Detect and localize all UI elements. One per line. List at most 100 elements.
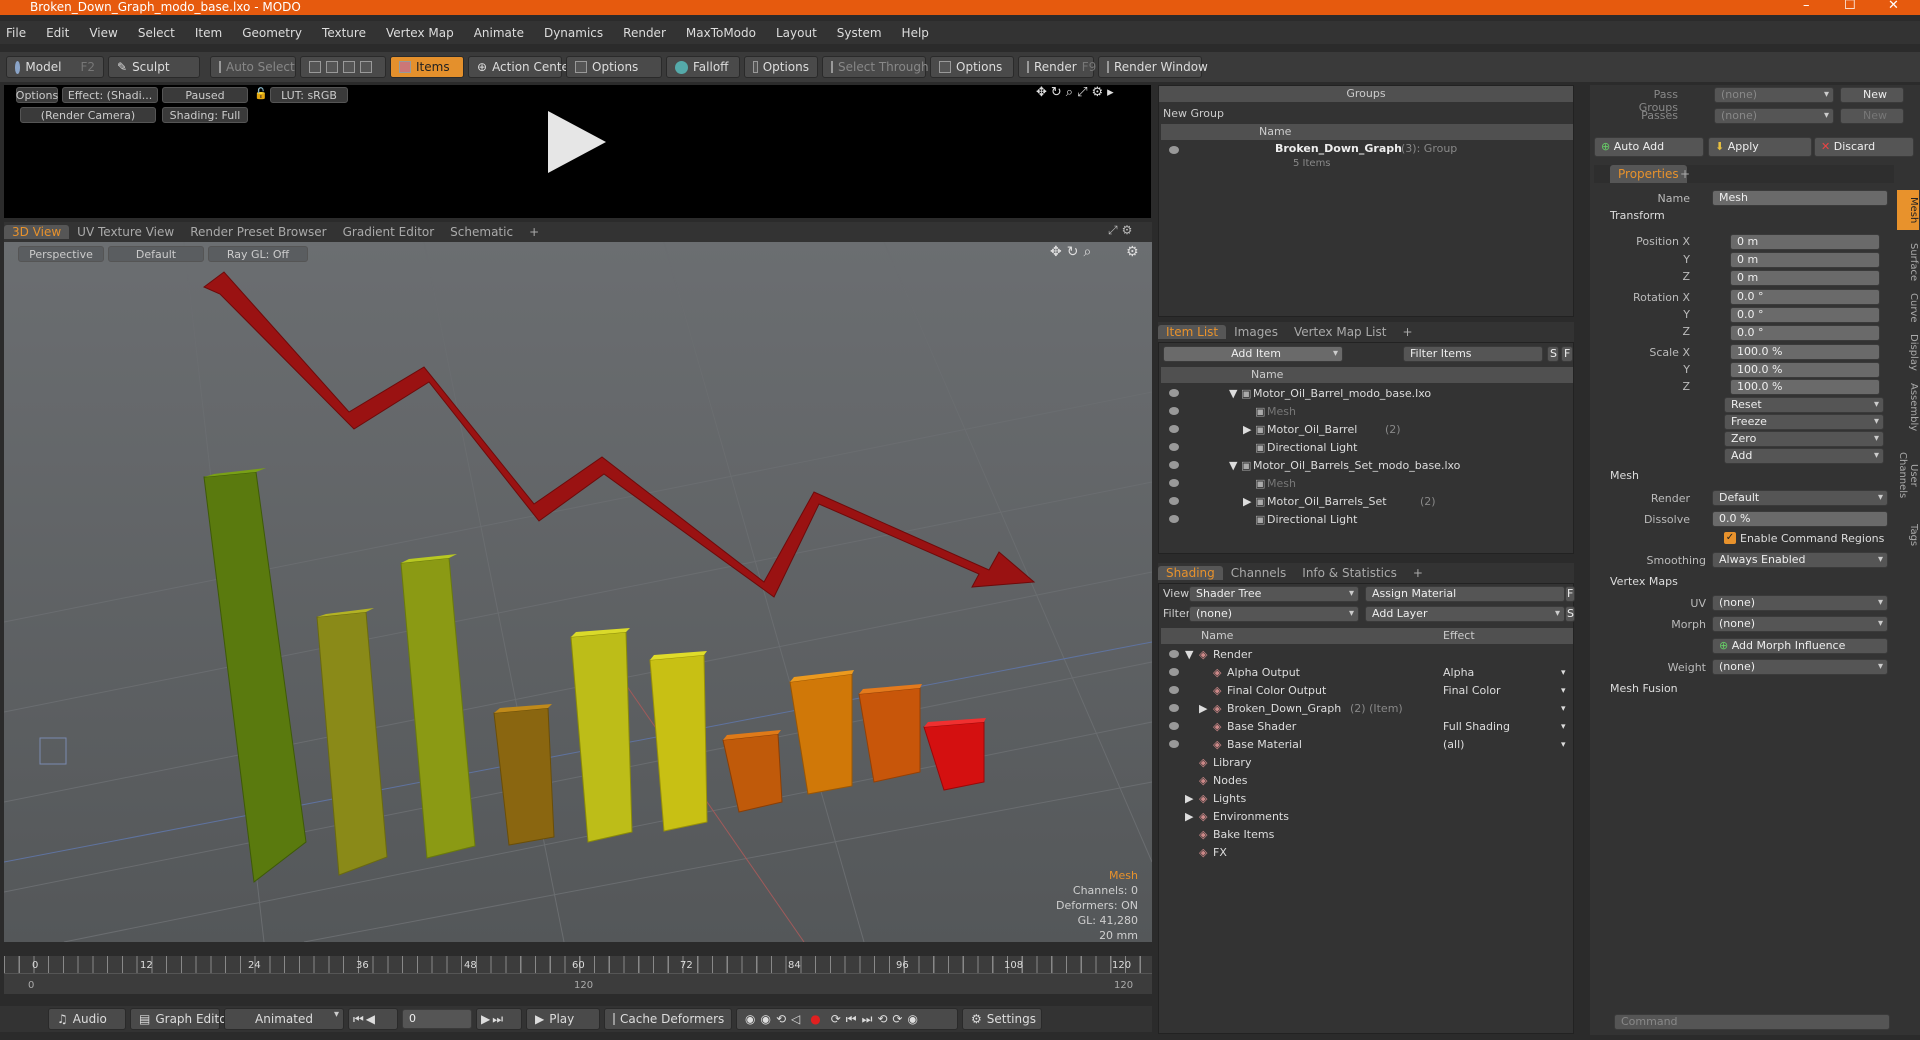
shader-row[interactable]: ▶ ◈ Environments: [1161, 808, 1573, 826]
rewind-buttons[interactable]: ⏮◀: [348, 1008, 398, 1030]
reset-dropdown[interactable]: Reset: [1724, 397, 1884, 413]
effect-dropdown-icon[interactable]: ▾: [1561, 664, 1566, 682]
position-y-input[interactable]: 0 m: [1730, 252, 1880, 268]
preview-effect-dropdown[interactable]: Effect: (Shadi...: [62, 87, 158, 103]
options-button-3[interactable]: Options: [930, 56, 1014, 78]
expand-icon[interactable]: ▶: [1243, 421, 1251, 439]
expand-icon[interactable]: ▶: [1243, 493, 1251, 511]
scale-z-input[interactable]: 100.0 %: [1730, 379, 1880, 395]
camera-dropdown[interactable]: (Render Camera): [20, 107, 156, 123]
name-input[interactable]: Mesh: [1712, 190, 1888, 206]
menu-view[interactable]: View: [89, 26, 117, 40]
view-dropdown[interactable]: Shader Tree: [1189, 586, 1359, 602]
shader-row[interactable]: ◈ Base Material (all) ▾: [1161, 736, 1573, 754]
shading-dropdown[interactable]: Shading: Full: [162, 107, 248, 123]
item-row[interactable]: ▣ Mesh: [1161, 403, 1573, 421]
shader-row[interactable]: ◈ Base Shader Full Shading ▾: [1161, 718, 1573, 736]
tab-item-list[interactable]: Item List: [1158, 325, 1227, 339]
menu-layout[interactable]: Layout: [776, 26, 817, 40]
graph-editor-button[interactable]: ▤ Graph Editor: [130, 1008, 231, 1030]
freeze-dropdown[interactable]: Freeze: [1724, 414, 1884, 430]
visibility-eye-icon[interactable]: [1169, 443, 1179, 451]
shader-row[interactable]: ▶ ◈ Lights: [1161, 790, 1573, 808]
audio-button[interactable]: ♫ Audio: [48, 1008, 126, 1030]
expand-icon[interactable]: ▼: [1185, 646, 1193, 664]
menu-render[interactable]: Render: [623, 26, 666, 40]
shading-s-button[interactable]: S: [1565, 606, 1575, 622]
filter-dropdown[interactable]: (none): [1189, 606, 1359, 622]
lut-dropdown[interactable]: LUT: sRGB: [270, 87, 348, 103]
menu-maxtomodo[interactable]: MaxToModo: [686, 26, 756, 40]
shader-row[interactable]: ▶ ◈ Broken_Down_Graph (2) (Item) ▾: [1161, 700, 1573, 718]
tab-[interactable]: +: [1394, 325, 1420, 339]
assign-material-button[interactable]: Assign Material: [1365, 586, 1565, 602]
effect-dropdown-icon[interactable]: ▾: [1561, 736, 1566, 754]
action-center-button[interactable]: ⊕ Action Center: [468, 56, 574, 78]
apply-button[interactable]: ⬇ Apply: [1708, 137, 1812, 157]
menu-edit[interactable]: Edit: [46, 26, 69, 40]
side-tab-surface[interactable]: Surface: [1897, 240, 1919, 284]
shader-row[interactable]: ◈ Alpha Output Alpha ▾: [1161, 664, 1573, 682]
key-tools-buttons[interactable]: ◉◉⟲◁ ● ⟳⏮⏭⟲⟳◉: [736, 1008, 958, 1030]
new-pass-group-button[interactable]: New: [1840, 87, 1904, 103]
tab-schematic[interactable]: Schematic: [442, 225, 521, 239]
item-row[interactable]: ▼ ▣ Motor_Oil_Barrel_modo_base.lxo: [1161, 385, 1573, 403]
menu-vertex-map[interactable]: Vertex Map: [386, 26, 454, 40]
tab-channels[interactable]: Channels: [1223, 566, 1295, 580]
expand-icon[interactable]: ▼: [1229, 457, 1237, 475]
expand-icon[interactable]: ▼: [1229, 385, 1237, 403]
shader-effect-value[interactable]: Final Color: [1443, 682, 1501, 700]
command-input[interactable]: Command: [1614, 1014, 1890, 1030]
animated-dropdown[interactable]: Animated: [224, 1008, 344, 1030]
tab-render-preset-browser[interactable]: Render Preset Browser: [182, 225, 334, 239]
preview-paused-button[interactable]: Paused: [162, 87, 248, 103]
menu-file[interactable]: File: [6, 26, 26, 40]
items-button[interactable]: Items: [390, 56, 464, 78]
visibility-eye-icon[interactable]: [1169, 461, 1179, 469]
filter-s-button[interactable]: S: [1547, 346, 1559, 362]
options-button-1[interactable]: Options: [566, 56, 662, 78]
mesh-fusion-section[interactable]: Mesh Fusion: [1610, 682, 1678, 695]
visibility-eye-icon[interactable]: [1169, 722, 1179, 730]
options-button-2[interactable]: Options: [744, 56, 818, 78]
side-tab-user-channels[interactable]: User Channels: [1897, 440, 1919, 510]
selection-mode-buttons[interactable]: [300, 56, 386, 78]
cache-deformers-button[interactable]: Cache Deformers: [604, 1008, 732, 1030]
menu-system[interactable]: System: [837, 26, 882, 40]
viewport-settings-icon[interactable]: ⚙: [1126, 244, 1139, 260]
filter-f-button[interactable]: F: [1561, 346, 1573, 362]
visibility-eye-icon[interactable]: [1169, 740, 1179, 748]
visibility-eye-icon[interactable]: [1169, 407, 1179, 415]
sculpt-button[interactable]: ✎ Sculpt: [108, 56, 200, 78]
visibility-eye-icon[interactable]: [1169, 497, 1179, 505]
zero-dropdown[interactable]: Zero: [1724, 431, 1884, 447]
forward-buttons[interactable]: ▶⏭: [476, 1008, 522, 1030]
tab-properties[interactable]: Properties: [1610, 165, 1687, 183]
expand-icon[interactable]: ▶: [1185, 808, 1193, 826]
add-item-dropdown[interactable]: Add Item: [1163, 346, 1343, 362]
tab-gradient-editor[interactable]: Gradient Editor: [335, 225, 443, 239]
item-row[interactable]: ▶ ▣ Motor_Oil_Barrel (2): [1161, 421, 1573, 439]
effect-dropdown-icon[interactable]: ▾: [1561, 718, 1566, 736]
visibility-eye-icon[interactable]: [1169, 686, 1179, 694]
side-tab-mesh[interactable]: Mesh: [1897, 190, 1919, 230]
render-button[interactable]: Render F9: [1018, 56, 1096, 78]
dissolve-input[interactable]: 0.0 %: [1712, 511, 1888, 527]
pass-groups-dropdown[interactable]: (none): [1714, 87, 1834, 103]
visibility-eye-icon[interactable]: [1169, 515, 1179, 523]
menu-geometry[interactable]: Geometry: [242, 26, 302, 40]
shader-effect-value[interactable]: Full Shading: [1443, 718, 1510, 736]
side-tab-curve[interactable]: Curve: [1897, 290, 1919, 326]
effect-dropdown-icon[interactable]: ▾: [1561, 700, 1566, 718]
uv-dropdown[interactable]: (none): [1712, 595, 1888, 611]
raygl-dropdown[interactable]: Ray GL: Off: [208, 246, 308, 262]
shader-effect-value[interactable]: Alpha: [1443, 664, 1474, 682]
play-button[interactable]: ▶ Play: [526, 1008, 600, 1030]
shader-row[interactable]: ◈ Library: [1161, 754, 1573, 772]
rotation-y-input[interactable]: 0.0 °: [1730, 307, 1880, 323]
tab-uv-texture-view[interactable]: UV Texture View: [69, 225, 182, 239]
shader-row[interactable]: ◈ Nodes: [1161, 772, 1573, 790]
add-dropdown[interactable]: Add: [1724, 448, 1884, 464]
tab-[interactable]: +: [521, 225, 547, 239]
item-row[interactable]: ▶ ▣ Motor_Oil_Barrels_Set (2): [1161, 493, 1573, 511]
